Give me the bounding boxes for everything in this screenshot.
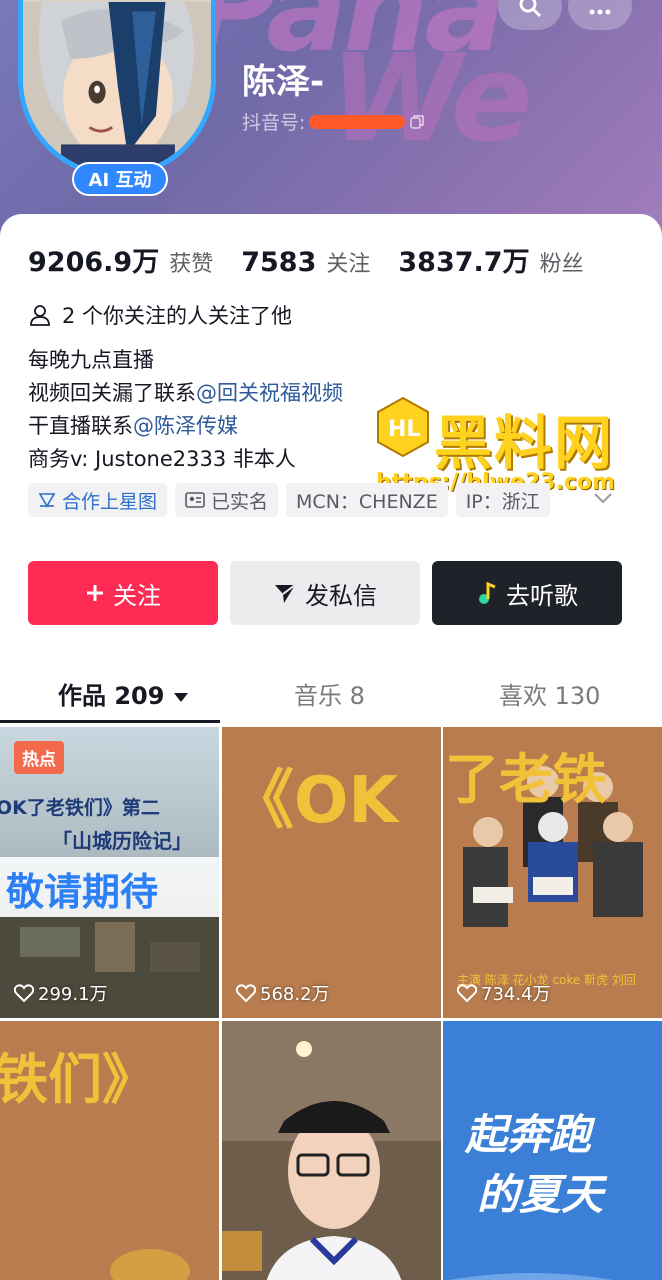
cover-text-line-1: 起奔跑 [465, 1110, 592, 1159]
tag-mcn[interactable]: MCN：CHENZE [286, 483, 448, 517]
douyin-id: 抖音号: [242, 108, 425, 135]
mention-link-greetings[interactable]: @回关祝福视频 [196, 381, 343, 405]
trending-badge: 热点 [14, 741, 64, 774]
cover-text-line-2: 「山城历险记」 [52, 829, 192, 853]
id-card-icon [185, 492, 205, 508]
tag-verified-label: 已实名 [211, 490, 269, 513]
tag-ip-label: IP：浙江 [465, 490, 540, 513]
send-icon [275, 584, 296, 603]
header-background-art-2: We [330, 30, 532, 169]
heart-icon [14, 984, 34, 1002]
bio-line-3: 干直播联系@陈泽传媒 [28, 410, 343, 443]
watermark-logo-icon: HL [377, 396, 429, 458]
listen-music-button[interactable]: 去听歌 [432, 561, 622, 625]
mutual-followers[interactable]: 2 个你关注的人关注了他 [28, 300, 292, 330]
like-count: 734.4万 [457, 980, 551, 1006]
video-thumbnail[interactable]: 铁们》 [0, 1021, 219, 1280]
like-count: 568.2万 [236, 980, 330, 1006]
stat-following[interactable]: 7583 关注 [241, 246, 370, 278]
like-count-value: 568.2万 [260, 984, 330, 1005]
message-button[interactable]: 发私信 [230, 561, 420, 625]
watermark-title: 黑料网 [434, 409, 615, 477]
bio-line-1: 每晚九点直播 [28, 348, 154, 372]
mutual-text: 2 个你关注的人关注了他 [62, 304, 293, 328]
bio-line-3-text: 干直播联系 [28, 414, 133, 438]
video-cover-art [222, 1021, 441, 1280]
stat-following-value: 7583 [241, 247, 317, 278]
like-count-value: 734.4万 [481, 984, 551, 1005]
tags-expand-button[interactable] [592, 490, 614, 509]
tab-music[interactable]: 音乐 8 [294, 676, 365, 711]
tag-star-cooperation[interactable]: 合作上星图 [28, 483, 168, 517]
copy-icon[interactable] [409, 114, 425, 130]
cover-text-line-1: OK了老铁们》第二 [0, 797, 160, 819]
caret-down-icon [173, 693, 188, 702]
bio-line-2: 视频回关漏了联系@回关祝福视频 [28, 377, 343, 410]
like-count: 299.1万 [14, 980, 108, 1006]
tab-works-label: 作品 209 [58, 682, 165, 710]
plus-icon [87, 585, 103, 601]
avatar[interactable] [18, 0, 216, 178]
chevron-down-icon [594, 493, 612, 504]
bio: 每晚九点直播 视频回关漏了联系@回关祝福视频 干直播联系@陈泽传媒 商务v: J… [28, 344, 343, 476]
tag-ip: IP：浙江 [455, 483, 550, 517]
stat-followers-label: 粉丝 [539, 252, 584, 277]
svg-text:HL: HL [388, 417, 420, 442]
person-icon [30, 305, 50, 326]
username: 陈泽- [242, 62, 325, 102]
heart-icon [236, 984, 256, 1002]
redacted-id [309, 114, 406, 129]
active-tab-indicator [0, 720, 220, 723]
cover-text-line-1: 《OK [230, 764, 398, 838]
heart-icon [457, 984, 477, 1002]
tag-mcn-label: MCN：CHENZE [296, 490, 438, 513]
stats-row: 9206.9万 获赞 7583 关注 3837.7万 粉丝 [28, 240, 612, 279]
bio-line-2-text: 视频回关漏了联系 [28, 381, 196, 405]
video-thumbnail[interactable]: 热点 OK了老铁们》第二 「山城历险记」 敬请期待 299.1万 [0, 727, 219, 1018]
video-thumbnail[interactable]: 了老铁 主演 陈泽 花小龙 coke 靳虎 刘回 734.4万 [443, 727, 662, 1018]
cover-text-line-1: 了老铁 [445, 748, 607, 811]
stat-likes-value: 9206.9万 [28, 247, 160, 278]
profile-tags: 合作上星图 已实名 MCN：CHENZE IP：浙江 [28, 483, 550, 517]
follow-button[interactable]: 关注 [28, 561, 218, 625]
bio-line-4: 商务v: Justone2333 非本人 [28, 447, 296, 471]
profile-header: Pana We AI 互动 陈泽- 抖音号: [0, 0, 662, 240]
cover-text-line-1: 铁们》 [0, 1048, 156, 1111]
more-button[interactable] [568, 0, 632, 30]
avatar-image [23, 1, 211, 173]
stat-likes-label: 获赞 [169, 252, 214, 277]
follow-label: 关注 [113, 581, 161, 610]
video-thumbnail[interactable] [222, 1021, 441, 1280]
stat-followers[interactable]: 3837.7万 粉丝 [398, 240, 583, 279]
more-dots-icon [589, 9, 611, 15]
search-icon [519, 0, 542, 18]
cover-text-line-2: 的夏天 [477, 1170, 604, 1219]
stat-following-label: 关注 [326, 252, 371, 277]
tab-works[interactable]: 作品 209 [58, 676, 189, 711]
content-tabs: 作品 209 音乐 8 喜欢 130 [0, 664, 662, 724]
message-label: 发私信 [305, 581, 377, 610]
video-thumbnail[interactable]: 起奔跑 的夏天 [443, 1021, 662, 1280]
tag-verified[interactable]: 已实名 [175, 483, 279, 517]
stat-followers-value: 3837.7万 [398, 247, 530, 278]
search-button[interactable] [498, 0, 562, 30]
listen-music-label: 去听歌 [506, 581, 578, 610]
star-map-icon [38, 493, 56, 508]
tab-likes[interactable]: 喜欢 130 [499, 676, 600, 711]
mention-link-media[interactable]: @陈泽传媒 [133, 414, 238, 438]
stat-likes[interactable]: 9206.9万 获赞 [28, 240, 213, 279]
cover-text-line-3: 敬请期待 [6, 870, 159, 914]
video-thumbnail[interactable]: 《OK 568.2万 [222, 727, 441, 1018]
action-buttons: 关注 发私信 去听歌 [28, 561, 622, 625]
ai-interaction-badge[interactable]: AI 互动 [72, 162, 168, 196]
like-count-value: 299.1万 [38, 984, 108, 1005]
tag-star-label: 合作上星图 [62, 490, 158, 513]
music-note-icon [479, 581, 496, 604]
douyin-id-label: 抖音号: [242, 112, 306, 134]
